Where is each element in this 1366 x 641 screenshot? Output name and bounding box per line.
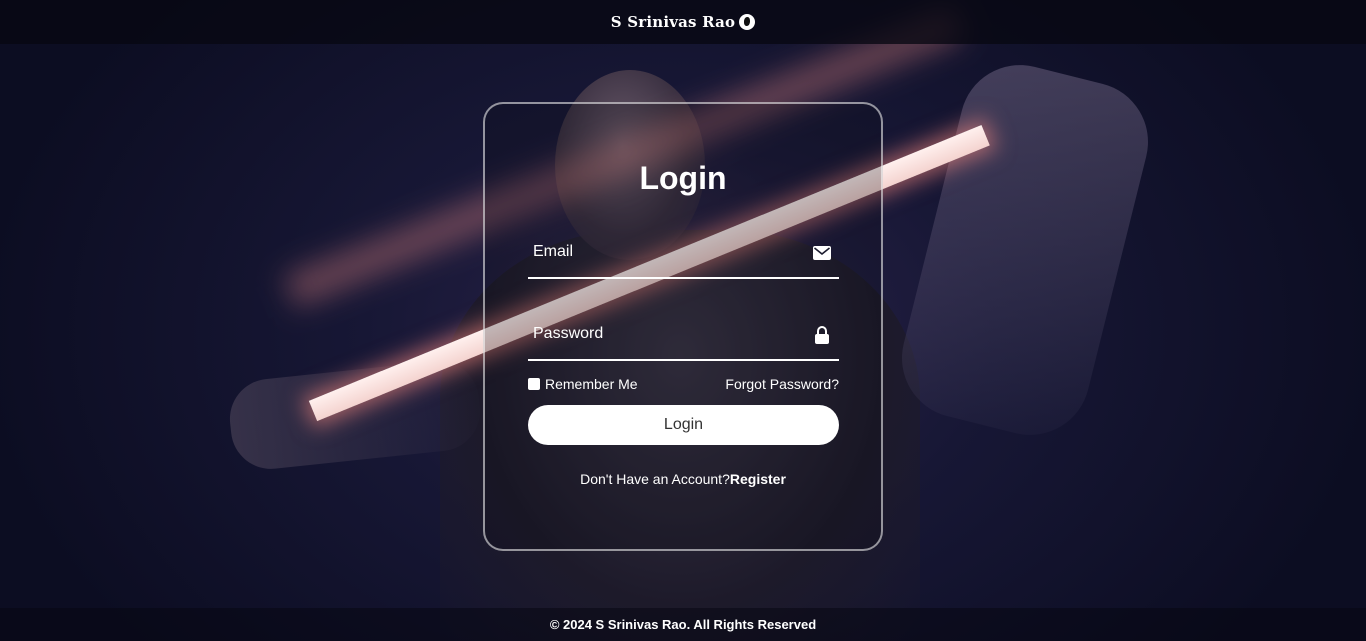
envelope-icon: [813, 244, 831, 262]
register-prompt: Don't Have an Account?: [580, 471, 730, 487]
remember-me-label: Remember Me: [545, 376, 638, 392]
email-input[interactable]: [528, 227, 839, 277]
register-link[interactable]: Register: [730, 471, 786, 487]
login-card: Login Remember Me Forgot Password? Login…: [483, 102, 883, 551]
background-figure-arm-right: [889, 52, 1161, 448]
login-button[interactable]: Login: [528, 405, 839, 445]
register-row: Don't Have an Account?Register: [485, 471, 881, 487]
globe-icon: [739, 14, 756, 30]
remember-forgot-row: Remember Me Forgot Password?: [528, 374, 839, 394]
forgot-password-link[interactable]: Forgot Password?: [725, 376, 839, 392]
email-field: [528, 227, 839, 279]
brand-logo[interactable]: S Srinivas Rao: [611, 13, 756, 31]
remember-me[interactable]: Remember Me: [528, 376, 638, 392]
footer: © 2024 S Srinivas Rao. All Rights Reserv…: [0, 608, 1366, 641]
login-title: Login: [639, 160, 727, 196]
footer-copyright: © 2024 S Srinivas Rao. All Rights Reserv…: [549, 617, 817, 632]
remember-me-checkbox[interactable]: [528, 378, 540, 390]
lock-icon: [813, 326, 831, 344]
password-field: [528, 309, 839, 361]
brand-name: S Srinivas Rao: [610, 13, 736, 31]
top-bar: S Srinivas Rao: [0, 0, 1366, 44]
password-input[interactable]: [528, 309, 839, 359]
